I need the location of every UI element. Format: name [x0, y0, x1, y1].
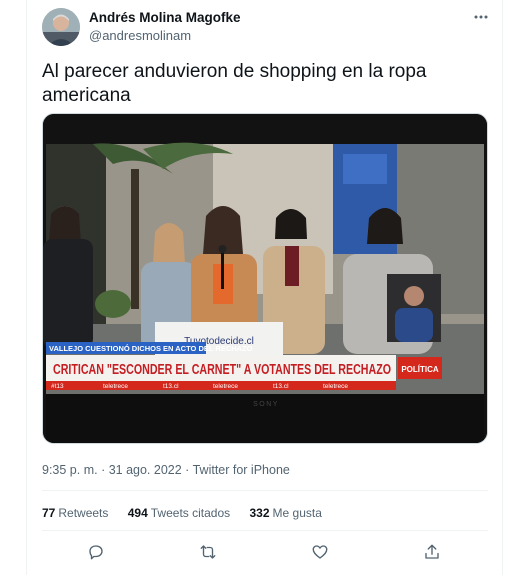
quotes-count: 494 [127, 506, 148, 520]
likes-label: Me gusta [272, 506, 322, 520]
tweet-source[interactable]: Twitter for iPhone [193, 463, 290, 477]
ticker-item: t13.cl [163, 383, 179, 390]
tweet-media-photo[interactable]: Tuvotodecide.cl VALLEJO CUESTIONÓ DICHOS… [42, 113, 488, 444]
quotes-label: Tweets citados [150, 506, 231, 520]
timeline-border-left [26, 0, 27, 575]
ticker-item: teletrece [213, 383, 238, 390]
divider [42, 530, 488, 531]
meta-separator: · [97, 463, 109, 477]
retweets-stat[interactable]: 77 Retweets [42, 506, 108, 520]
tweet-date[interactable]: 31 ago. 2022 [109, 463, 182, 477]
retweets-label: Retweets [58, 506, 109, 520]
share-icon[interactable] [421, 541, 443, 563]
reply-icon[interactable] [85, 541, 107, 563]
tv-headline-text: CRITICAN "ESCONDER EL CARNET" A VOTANTES… [53, 362, 391, 378]
ticker-item: teletrece [103, 383, 128, 390]
tv-brand-logo: SONY [253, 401, 279, 408]
engagement-stats: 77 Retweets 494 Tweets citados 332 Me gusta [42, 506, 338, 520]
author-name[interactable]: Andrés Molina Magofke [89, 10, 241, 25]
tweet-time[interactable]: 9:35 p. m. [42, 463, 98, 477]
ticker-item: teletrece [323, 383, 348, 390]
likes-count: 332 [249, 506, 270, 520]
likes-stat[interactable]: 332 Me gusta [249, 506, 321, 520]
tweet-text: Al parecer anduvieron de shopping en la … [42, 61, 427, 106]
ticker-item: t13.cl [273, 383, 289, 390]
meta-separator: · [181, 463, 193, 477]
divider [42, 490, 488, 491]
timeline-border-right [502, 0, 503, 575]
tv-badge-text: POLÍTICA [401, 365, 439, 374]
tweet-metadata: 9:35 p. m. · 31 ago. 2022 · Twitter for … [42, 463, 290, 477]
author-handle[interactable]: @andresmolinam [89, 28, 191, 43]
retweet-icon[interactable] [197, 541, 219, 563]
retweets-count: 77 [42, 506, 56, 520]
caption-banner-text: VALLEJO CUESTIONÓ DICHOS EN ACTO DEL REC… [49, 344, 253, 353]
avatar[interactable] [42, 8, 80, 46]
quotes-stat[interactable]: 494 Tweets citados [128, 506, 230, 520]
ticker-item: #t13 [51, 383, 64, 390]
tweet-detail: Andrés Molina Magofke @andresmolinam Al … [0, 0, 531, 575]
more-icon[interactable] [470, 8, 492, 26]
like-icon[interactable] [309, 541, 331, 563]
